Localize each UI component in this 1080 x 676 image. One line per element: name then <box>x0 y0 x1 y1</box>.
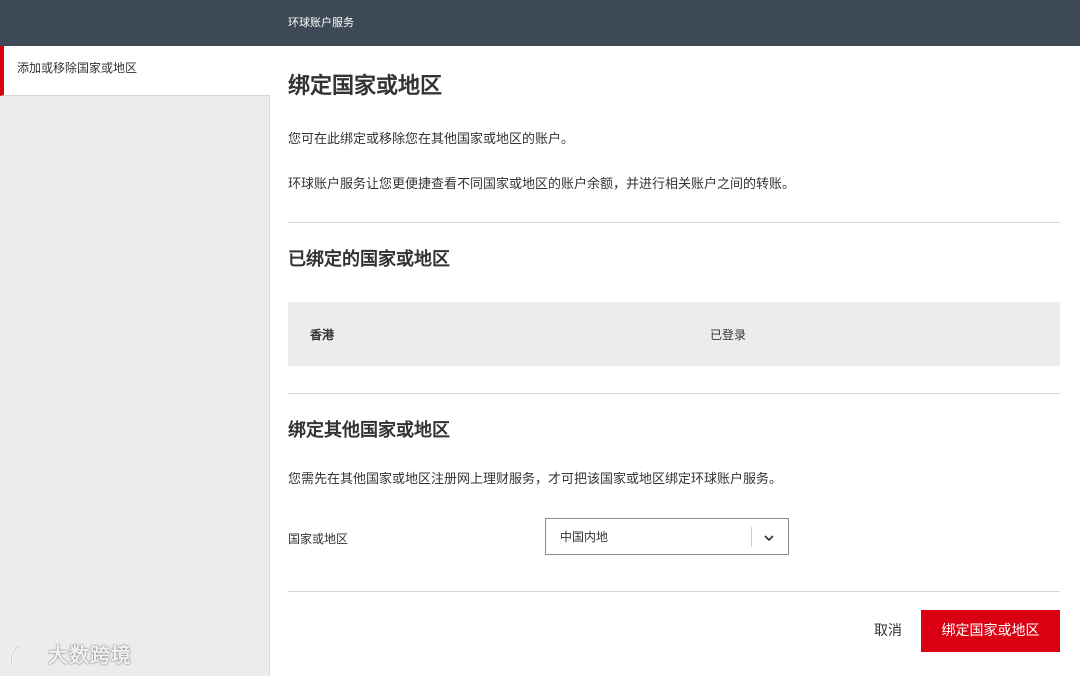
link-other-description: 您需先在其他国家或地区注册网上理财服务，才可把该国家或地区绑定环球账户服务。 <box>288 472 783 487</box>
linked-region-name: 香港 <box>310 328 335 342</box>
top-header-bar: 环球账户服务 <box>0 0 1080 46</box>
region-field-label: 国家或地区 <box>288 532 349 546</box>
page-title: 绑定国家或地区 <box>288 74 443 99</box>
intro-text-2: 环球账户服务让您更便捷查看不同国家或地区的账户余额，并进行相关账户之间的转账。 <box>288 177 796 192</box>
linked-regions-title: 已绑定的国家或地区 <box>288 249 450 270</box>
divider <box>288 222 1060 223</box>
watermark-text: 大数跨境 <box>48 643 132 667</box>
divider <box>288 393 1060 394</box>
header-title: 环球账户服务 <box>288 16 354 29</box>
sidebar: 添加或移除国家或地区 <box>0 46 270 676</box>
watermark-icon <box>8 642 44 668</box>
sidebar-item-add-remove-region[interactable]: 添加或移除国家或地区 <box>0 46 270 96</box>
chevron-down-icon <box>762 530 776 544</box>
link-other-regions-title: 绑定其他国家或地区 <box>288 420 450 441</box>
watermark-logo: 大数跨境 <box>8 640 132 670</box>
divider <box>288 591 1060 592</box>
region-select[interactable]: 中国内地 <box>545 518 789 555</box>
linked-regions-table: 香港 已登录 <box>288 302 1060 366</box>
select-divider <box>751 527 752 547</box>
intro-text-1: 您可在此绑定或移除您在其他国家或地区的账户。 <box>288 132 575 147</box>
cancel-button[interactable]: 取消 <box>858 611 918 651</box>
linked-region-status: 已登录 <box>710 328 747 342</box>
sidebar-item-label: 添加或移除国家或地区 <box>17 61 138 75</box>
region-select-value: 中国内地 <box>560 530 609 544</box>
link-region-button[interactable]: 绑定国家或地区 <box>921 610 1060 652</box>
